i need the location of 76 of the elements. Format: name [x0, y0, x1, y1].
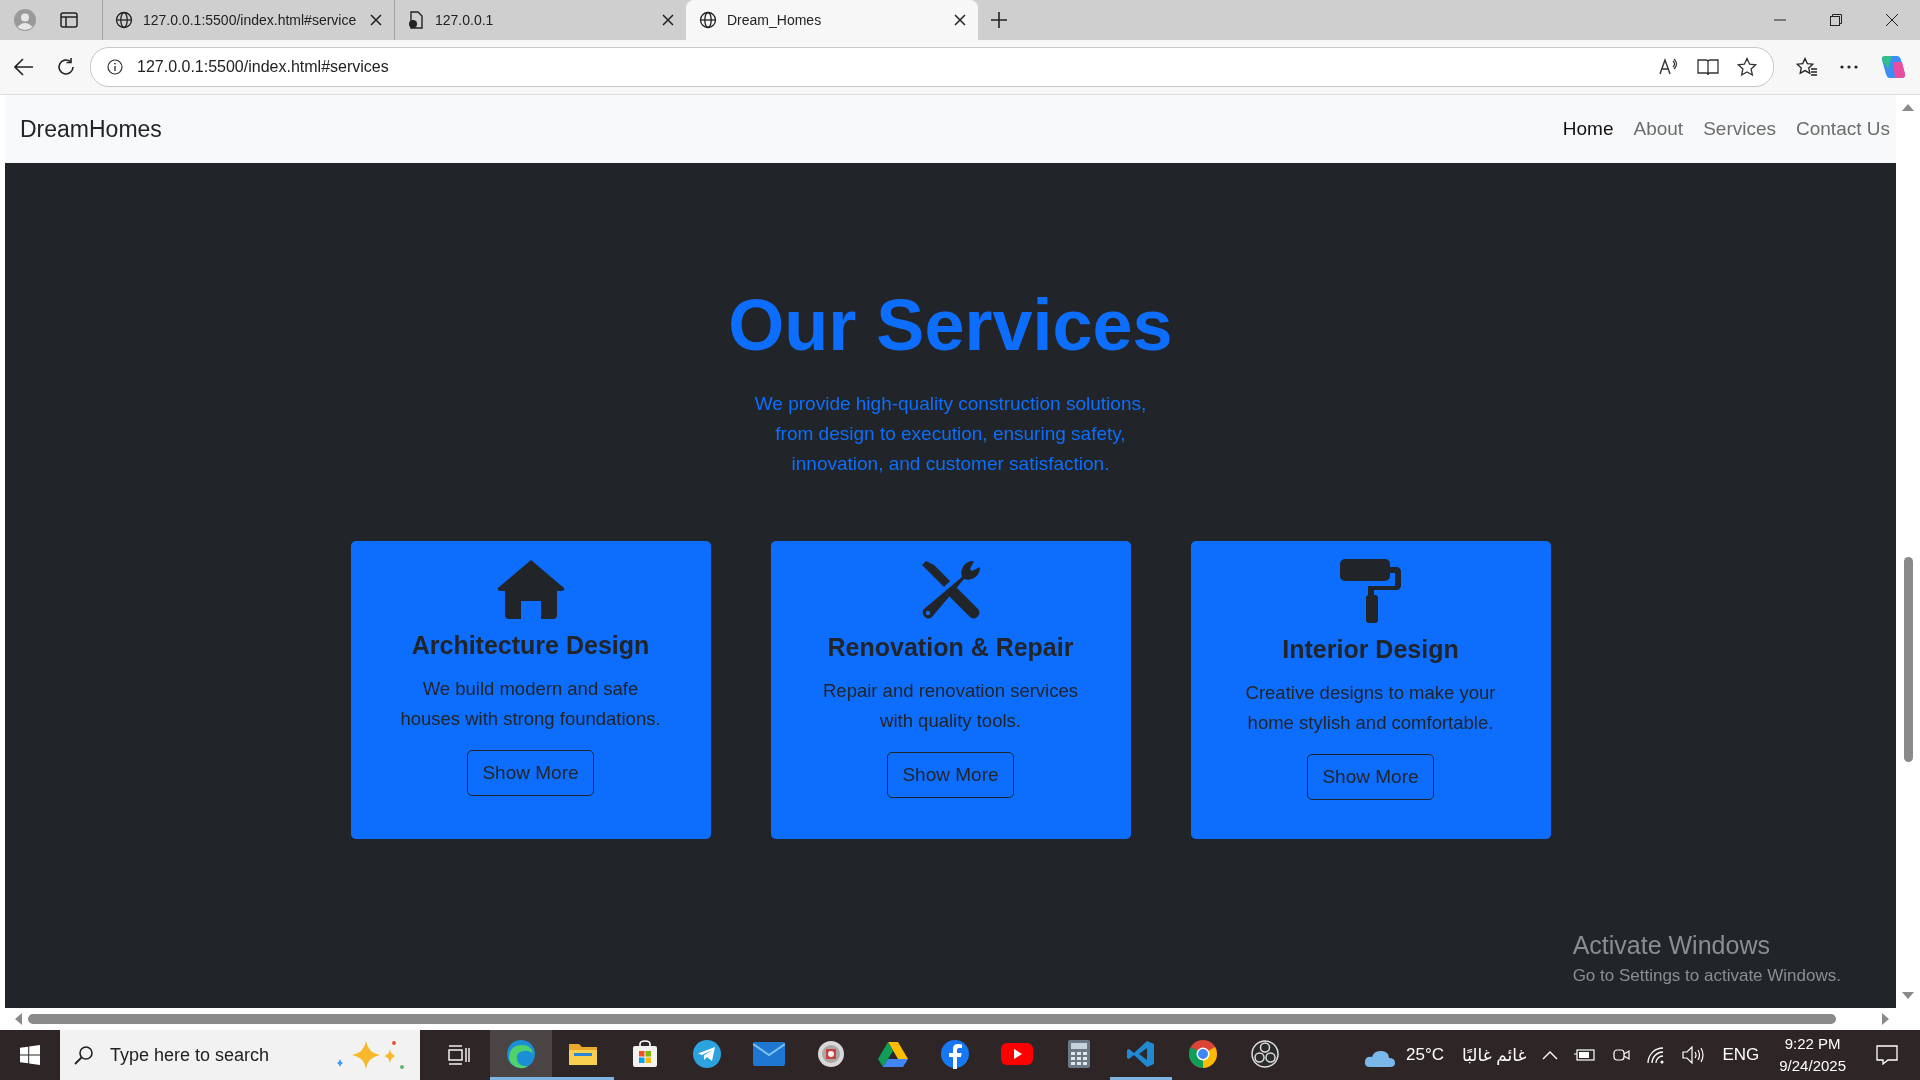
close-icon[interactable]	[954, 14, 966, 26]
favorites-icon[interactable]	[1796, 57, 1818, 77]
triangle-logo-icon	[878, 1040, 908, 1067]
tab-actions-icon[interactable]	[60, 12, 78, 28]
aperture-icon	[1251, 1039, 1279, 1068]
nav-link[interactable]: Contact Us	[1796, 118, 1890, 140]
activation-title: Activate Windows	[1572, 931, 1771, 960]
read-aloud-icon[interactable]	[1659, 58, 1679, 76]
close-icon[interactable]	[662, 14, 674, 26]
clock-time[interactable]: 9:22 PM	[1784, 1033, 1841, 1055]
notification-icon[interactable]	[1876, 1045, 1898, 1065]
code-editor-icon	[1127, 1039, 1155, 1068]
paint-roller-icon	[1339, 559, 1402, 623]
task-view-icon[interactable]	[448, 1045, 470, 1065]
activation-text: Go to Settings to activate Windows.	[1572, 966, 1841, 986]
search-field[interactable]: Type here to search	[60, 1030, 420, 1080]
camera-icon[interactable]	[1612, 1046, 1631, 1064]
temperature-text[interactable]: 25°C	[1406, 1045, 1444, 1065]
envelope-icon	[753, 1041, 785, 1066]
browser-wave-icon	[506, 1038, 536, 1069]
close-window-icon[interactable]	[1886, 14, 1898, 26]
address-bar[interactable]: 127.0.0.1:5500/index.html#services	[90, 47, 1774, 87]
new-tab-icon[interactable]	[990, 11, 1008, 29]
nav-link[interactable]: Home	[1562, 118, 1614, 140]
card-text: home stylish and comfortable.	[1247, 711, 1494, 735]
star-icon[interactable]	[1737, 57, 1757, 77]
globe-icon	[115, 11, 133, 29]
intro-text: innovation, and customer satisfaction.	[791, 452, 1110, 476]
weather-text[interactable]: غائم غالبًا	[1462, 1044, 1527, 1066]
letter-f-icon	[940, 1038, 970, 1069]
restore-icon[interactable]	[1830, 14, 1842, 26]
intro-text: We provide high-quality construction solutions,	[754, 392, 1147, 416]
language-indicator[interactable]: ENG	[1722, 1045, 1760, 1065]
card-title: Renovation & Repair	[827, 633, 1074, 662]
scroll-left-icon[interactable]	[14, 1013, 22, 1025]
chevron-up-icon[interactable]	[1542, 1050, 1559, 1060]
intro-text: from design to execution, ensuring safety,	[775, 422, 1126, 446]
close-icon[interactable]	[370, 14, 382, 26]
clock-date[interactable]: 9/24/2025	[1779, 1055, 1846, 1077]
card-text: We build modern and safe	[422, 677, 639, 701]
play-icon	[1001, 1042, 1033, 1065]
copilot-icon[interactable]	[1880, 54, 1906, 80]
document-icon	[407, 11, 425, 29]
scroll-thumb[interactable]	[1903, 557, 1913, 762]
volume-icon[interactable]	[1682, 1046, 1705, 1064]
shopping-bag-icon	[631, 1039, 659, 1068]
scroll-up-icon[interactable]	[1902, 103, 1914, 111]
reader-view-icon[interactable]	[1697, 58, 1719, 76]
browser-tab[interactable]: Dream_Homes	[686, 0, 978, 40]
calculator-icon	[1068, 1039, 1090, 1068]
reload-icon[interactable]	[56, 57, 76, 77]
card-text: Creative designs to make your	[1245, 681, 1496, 705]
disc-icon	[817, 1039, 845, 1068]
info-icon[interactable]	[107, 59, 123, 75]
search-icon	[74, 1045, 94, 1065]
nav-link[interactable]: About	[1633, 118, 1684, 140]
card-text: houses with strong foundations.	[400, 707, 661, 731]
scroll-thumb[interactable]	[28, 1014, 1836, 1024]
round-logo-icon	[1188, 1038, 1218, 1069]
nav-link[interactable]: Services	[1703, 118, 1776, 140]
globe-icon	[699, 11, 717, 29]
scroll-right-icon[interactable]	[1882, 1013, 1890, 1025]
battery-icon[interactable]	[1574, 1049, 1597, 1061]
section-title: Our Services	[728, 289, 1173, 361]
card-text: with quality tools.	[880, 709, 1021, 733]
more-icon[interactable]	[1840, 65, 1858, 69]
house-icon	[496, 559, 565, 619]
back-icon[interactable]	[14, 58, 34, 76]
start-icon[interactable]	[20, 1045, 40, 1065]
card-title: Architecture Design	[411, 631, 650, 660]
card-text: Repair and renovation services	[823, 679, 1078, 703]
search-input[interactable]: Type here to search	[108, 1043, 318, 1067]
brand-link[interactable]: DreamHomes	[20, 115, 162, 143]
card-title: Interior Design	[1282, 635, 1459, 664]
paper-plane-icon	[692, 1038, 722, 1069]
scroll-down-icon[interactable]	[1902, 992, 1914, 1000]
